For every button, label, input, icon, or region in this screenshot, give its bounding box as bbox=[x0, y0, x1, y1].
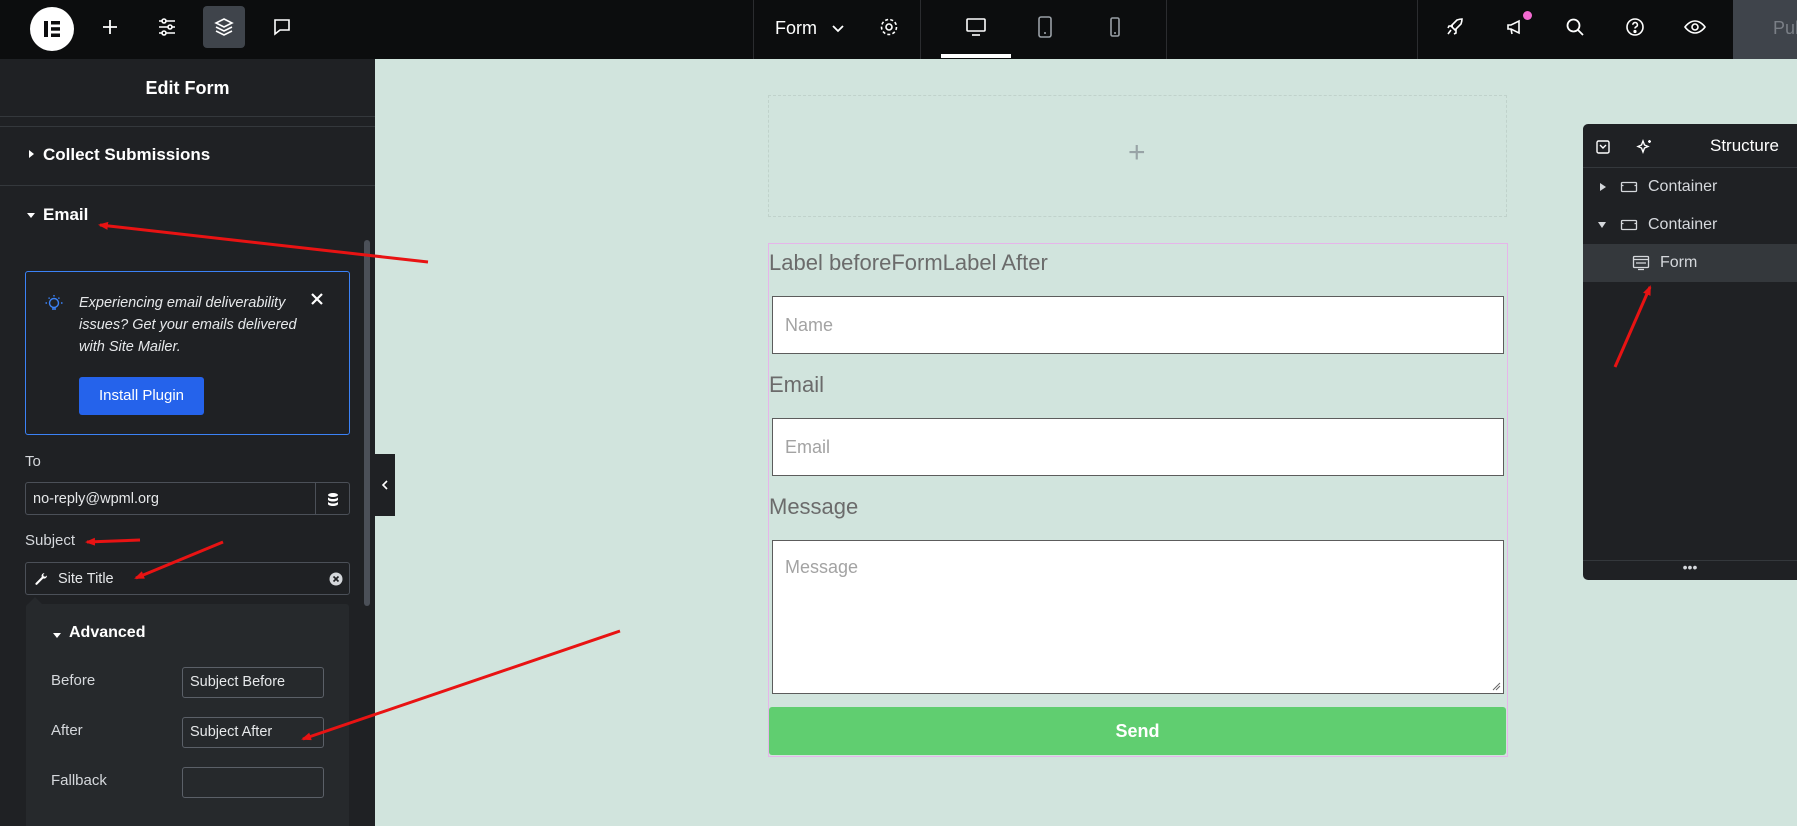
tree-item-label: Container bbox=[1648, 178, 1718, 195]
collapse-panel-button[interactable] bbox=[375, 454, 395, 516]
add-icon[interactable] bbox=[89, 6, 131, 48]
mobile-icon[interactable] bbox=[1094, 6, 1136, 48]
top-bar: Form Pub bbox=[0, 0, 1797, 59]
message-label: Message bbox=[769, 494, 859, 519]
lightbulb-icon bbox=[45, 295, 63, 310]
clear-icon[interactable] bbox=[329, 572, 343, 586]
panel-title: Edit Form bbox=[0, 59, 375, 117]
tree-item-container[interactable]: Container bbox=[1583, 168, 1797, 206]
collapse-all-icon[interactable] bbox=[1595, 139, 1611, 155]
to-value: no-reply@wpml.org bbox=[33, 490, 159, 507]
comment-icon[interactable] bbox=[261, 6, 303, 48]
elementor-logo-icon[interactable] bbox=[30, 7, 74, 51]
active-device-indicator bbox=[941, 54, 1011, 58]
before-label: Before bbox=[51, 672, 96, 689]
wrench-icon bbox=[35, 573, 48, 585]
desktop-icon[interactable] bbox=[955, 6, 997, 48]
install-plugin-button[interactable]: Install Plugin bbox=[79, 377, 204, 415]
tablet-icon[interactable] bbox=[1024, 6, 1066, 48]
send-button[interactable]: Send bbox=[769, 707, 1506, 755]
publish-button[interactable]: Pub bbox=[1733, 0, 1797, 59]
before-input[interactable]: Subject Before bbox=[182, 667, 324, 698]
dynamic-tags-icon[interactable] bbox=[315, 483, 349, 514]
search-icon[interactable] bbox=[1554, 6, 1596, 48]
editor-panel: Edit Form Collect Submissions Email Expe… bbox=[0, 59, 375, 826]
rocket-icon[interactable] bbox=[1434, 6, 1476, 48]
resize-handle-icon[interactable] bbox=[1491, 681, 1501, 691]
form-icon bbox=[1632, 255, 1650, 271]
close-icon[interactable] bbox=[310, 289, 324, 312]
layers-icon[interactable] bbox=[203, 6, 245, 48]
add-element-icon[interactable]: + bbox=[1128, 136, 1146, 170]
notification-dot bbox=[1523, 11, 1532, 20]
email-label: Email bbox=[769, 372, 825, 397]
after-label: After bbox=[51, 722, 83, 739]
fallback-label: Fallback bbox=[51, 772, 107, 789]
caret-down-icon bbox=[27, 213, 35, 218]
section-title-email: Email bbox=[43, 205, 89, 224]
fallback-input[interactable] bbox=[182, 767, 324, 798]
chevron-down-icon[interactable] bbox=[830, 22, 846, 41]
advanced-toggle[interactable]: Advanced bbox=[69, 624, 145, 642]
help-icon[interactable] bbox=[1614, 6, 1656, 48]
form-title: Label beforeFormLabel After bbox=[769, 250, 1048, 275]
panel-scrollbar[interactable] bbox=[364, 240, 370, 606]
tree-item-form[interactable]: Form bbox=[1583, 244, 1797, 282]
advanced-popover: Advanced Before Subject Before After Sub… bbox=[26, 597, 349, 826]
to-input[interactable]: no-reply@wpml.org bbox=[25, 482, 350, 515]
container-icon bbox=[1620, 219, 1638, 231]
chevron-left-icon bbox=[381, 480, 388, 490]
caret-right-icon bbox=[29, 150, 34, 158]
email-input[interactable]: Email bbox=[772, 418, 1504, 476]
subject-value: Site Title bbox=[58, 570, 114, 587]
message-textarea[interactable]: Message bbox=[772, 540, 1504, 694]
notice-text: Experiencing email deliverability issues… bbox=[79, 295, 297, 355]
section-title-collect-submissions: Collect Submissions bbox=[43, 145, 211, 164]
document-title[interactable]: Form bbox=[775, 18, 817, 39]
more-options-icon[interactable]: ••• bbox=[1583, 560, 1797, 580]
caret-down-icon bbox=[53, 633, 61, 638]
caret-down-icon[interactable] bbox=[1597, 221, 1607, 229]
settings-gear-icon[interactable] bbox=[868, 6, 910, 48]
eye-icon[interactable] bbox=[1674, 6, 1716, 48]
structure-title: Structure bbox=[1710, 136, 1779, 155]
container-icon bbox=[1620, 181, 1638, 193]
ai-sparkle-icon[interactable] bbox=[1636, 138, 1654, 156]
to-label: To bbox=[25, 453, 41, 470]
name-input[interactable]: Name bbox=[772, 296, 1504, 354]
message-placeholder: Message bbox=[785, 557, 859, 577]
after-input[interactable]: Subject After bbox=[182, 717, 324, 748]
subject-input[interactable]: Site Title bbox=[25, 562, 350, 595]
tree-item-label: Container bbox=[1648, 216, 1718, 233]
tree-item-container[interactable]: Container bbox=[1583, 206, 1797, 244]
settings-sliders-icon[interactable] bbox=[146, 6, 188, 48]
site-mailer-notice: Experiencing email deliverability issues… bbox=[25, 271, 350, 435]
caret-right-icon[interactable] bbox=[1599, 182, 1607, 192]
subject-label: Subject bbox=[25, 532, 76, 549]
structure-panel: Structure Container Container Form ••• bbox=[1583, 124, 1797, 580]
tree-item-label: Form bbox=[1660, 254, 1698, 271]
